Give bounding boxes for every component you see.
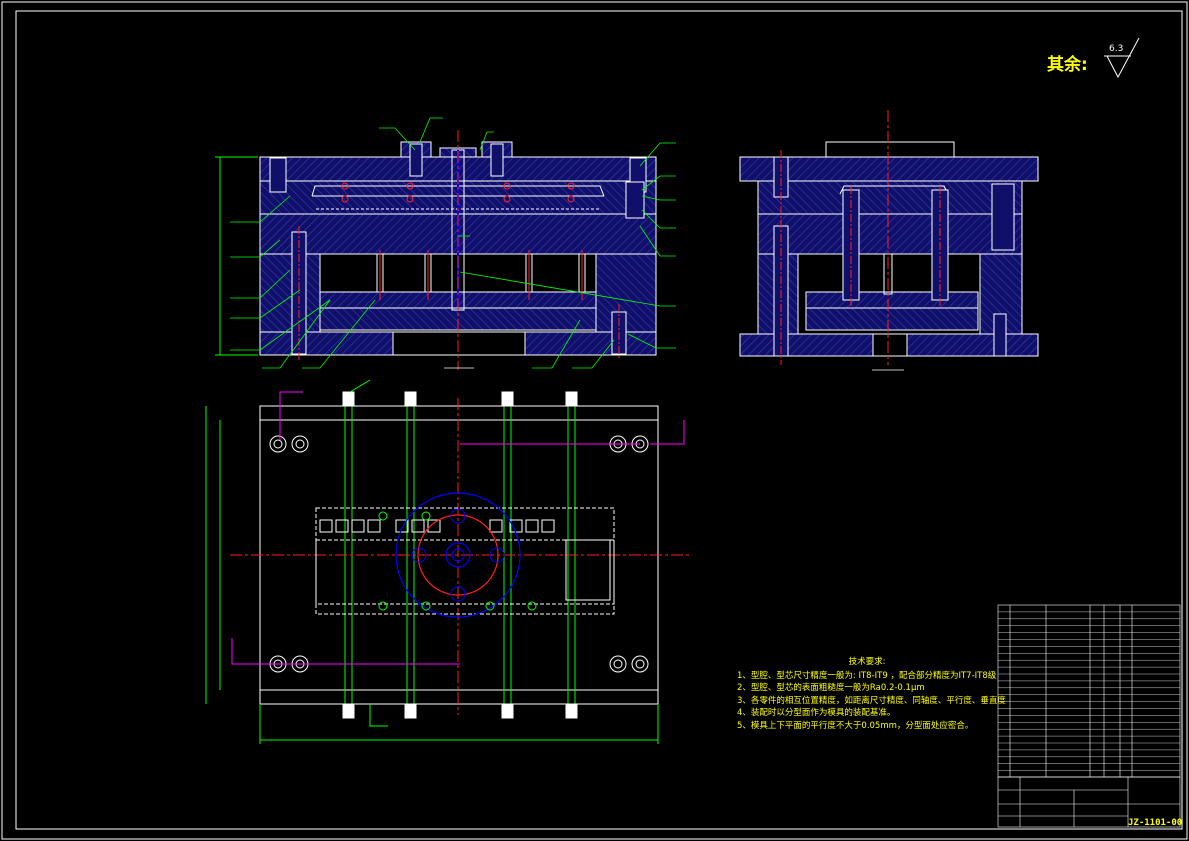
surface-finish-label: 其余: bbox=[1047, 55, 1088, 75]
front-section-view bbox=[215, 117, 676, 370]
tech-requirement-1: 1、型腔、型芯尺寸精度一般为: IT8-IT9 ，配合部分精度为IT7-IT8级 bbox=[737, 670, 997, 681]
plan-view bbox=[205, 379, 690, 744]
tech-requirement-2: 2、型腔、型芯的表面粗糙度一般为Ra0.2-0.1μm bbox=[737, 683, 925, 694]
parts-list-rows bbox=[998, 611, 1180, 771]
surface-finish-value: 6.3 bbox=[1109, 44, 1124, 54]
tech-requirement-5: 5、模具上下平面的平行度不大于0.05mm，分型面处应密合。 bbox=[737, 720, 974, 731]
tech-requirement-4: 4、装配时以分型面作为模具的装配基准。 bbox=[737, 708, 896, 719]
tech-requirements-title: 技术要求: bbox=[848, 657, 886, 667]
tech-requirement-3: 3、各零件的相互位置精度，如距离尺寸精度、同轴度、平行度、垂直度 bbox=[737, 695, 1006, 706]
parts-list-table bbox=[997, 604, 1181, 778]
side-section-view bbox=[739, 110, 1039, 365]
cad-drawing bbox=[1, 1, 1188, 840]
tech-requirements: 技术要求: 1、型腔、型芯尺寸精度一般为: IT8-IT9 ，配合部分精度为IT… bbox=[737, 656, 1006, 733]
drawing-number: JZ-1101-00 bbox=[1128, 818, 1183, 828]
